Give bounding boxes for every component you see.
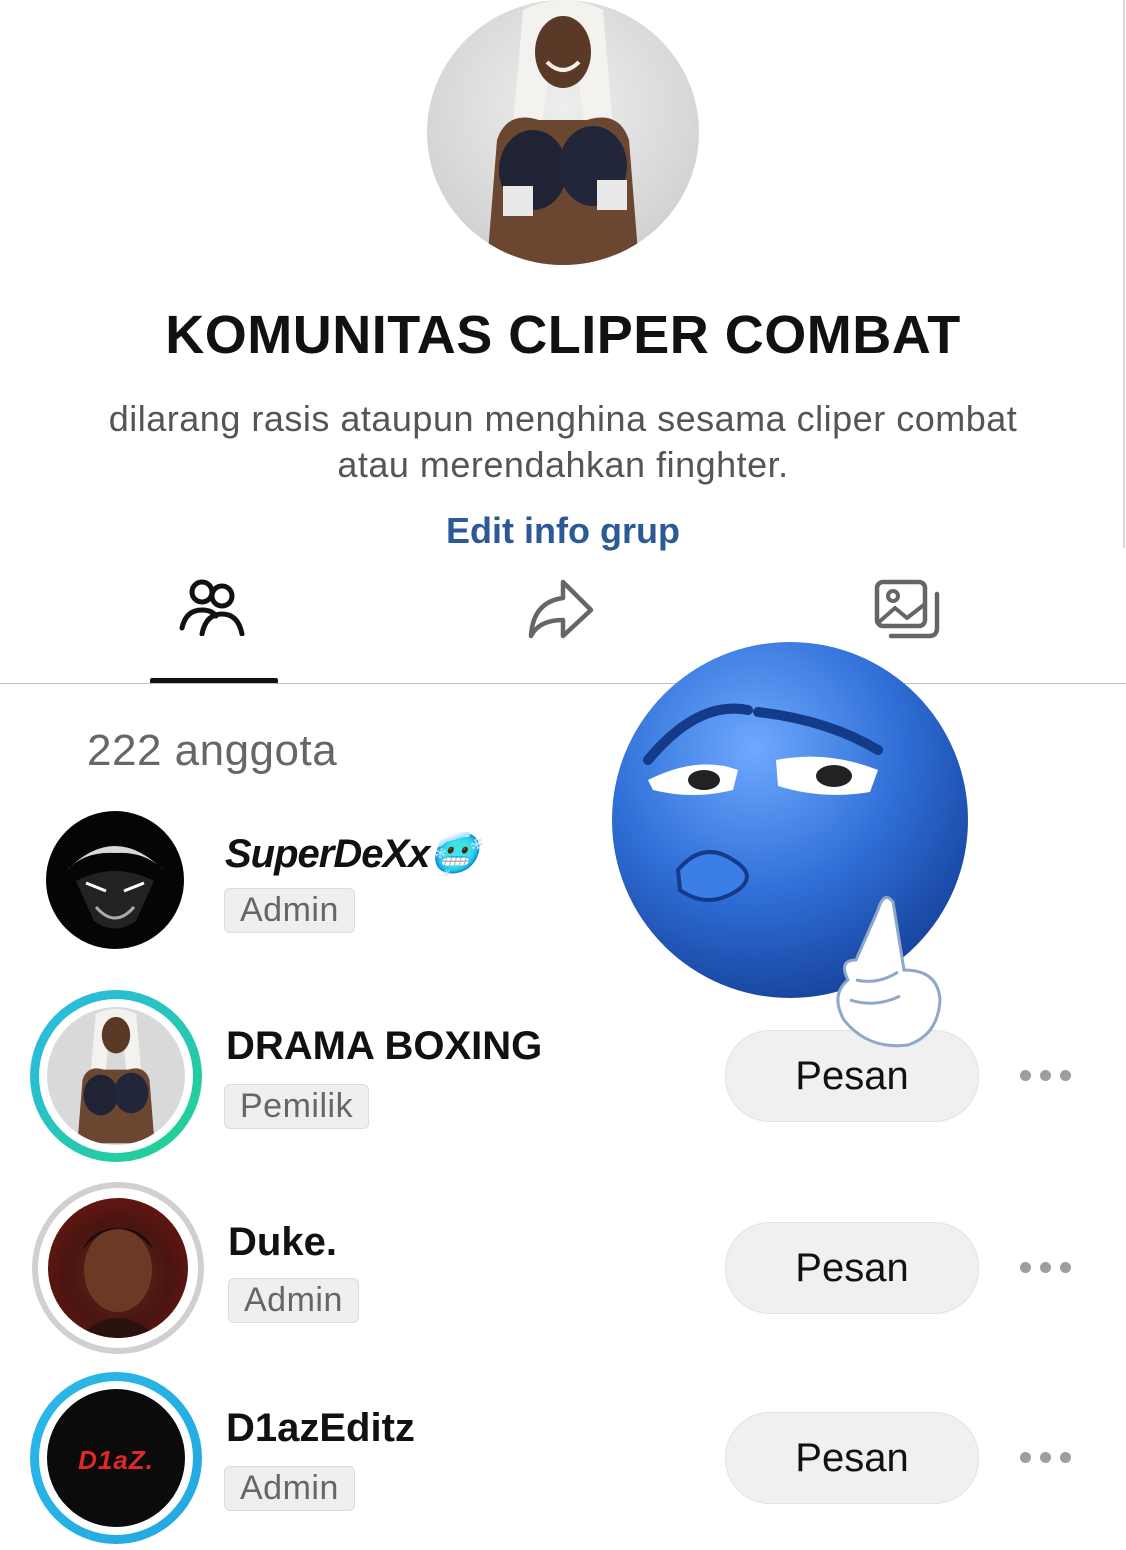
member-name: SuperDeXx🥶 xyxy=(225,832,479,876)
role-badge: Admin xyxy=(224,888,355,933)
cold-face-emoji: 🥶 xyxy=(429,832,479,876)
member-row[interactable]: D1aZ. D1azEditz Admin Pesan xyxy=(0,1370,1126,1550)
member-name: Duke. xyxy=(228,1220,337,1264)
hooded-figure-image xyxy=(66,846,164,929)
more-options-icon[interactable] xyxy=(1016,1060,1080,1090)
role-badge: Pemilik xyxy=(224,1084,370,1129)
role-badge: Admin xyxy=(224,1466,355,1511)
description-line-1: dilarang rasis ataupun menghina sesama c… xyxy=(108,398,1018,439)
avatar: D1aZ. xyxy=(47,1389,185,1527)
tab-members[interactable] xyxy=(73,568,353,678)
more-options-icon[interactable] xyxy=(1016,1442,1080,1472)
member-name: DRAMA BOXING xyxy=(226,1024,543,1068)
avatar xyxy=(48,1198,188,1338)
member-name: D1azEditz xyxy=(226,1406,415,1450)
avatar xyxy=(47,1007,185,1145)
members-icon xyxy=(179,579,245,636)
member-row[interactable]: Duke. Admin Pesan xyxy=(0,1182,1126,1362)
avatar-border: D1aZ. xyxy=(39,1381,193,1535)
portrait-image xyxy=(78,1228,158,1338)
avatar-border xyxy=(39,999,193,1153)
story-ring xyxy=(30,990,202,1162)
thinking-emoji-sticker xyxy=(612,642,968,1048)
boxer-photo-small xyxy=(77,1008,155,1144)
story-ring-seen xyxy=(32,1182,204,1354)
more-options-icon[interactable] xyxy=(1016,1252,1080,1282)
logo-text: D1aZ. xyxy=(78,1445,154,1475)
group-description: dilarang rasis ataupun menghina sesama c… xyxy=(60,396,1066,488)
story-ring: D1aZ. xyxy=(30,1372,202,1544)
scroll-edge xyxy=(1123,0,1125,548)
member-count: 222 anggota xyxy=(87,726,338,775)
edit-group-info-link[interactable]: Edit info grup xyxy=(0,510,1126,552)
message-button[interactable]: Pesan xyxy=(725,1222,979,1314)
message-button[interactable]: Pesan xyxy=(725,1412,979,1504)
role-badge: Admin xyxy=(228,1278,359,1323)
group-title: KOMUNITAS CLIPER COMBAT xyxy=(165,305,961,365)
group-avatar[interactable] xyxy=(427,0,699,265)
share-icon xyxy=(528,579,594,639)
avatar xyxy=(46,811,184,949)
boxer-photo xyxy=(487,0,639,265)
media-icon xyxy=(874,579,940,639)
description-line-2: atau merendahkan finghter. xyxy=(337,444,789,485)
avatar-border xyxy=(38,1188,198,1348)
